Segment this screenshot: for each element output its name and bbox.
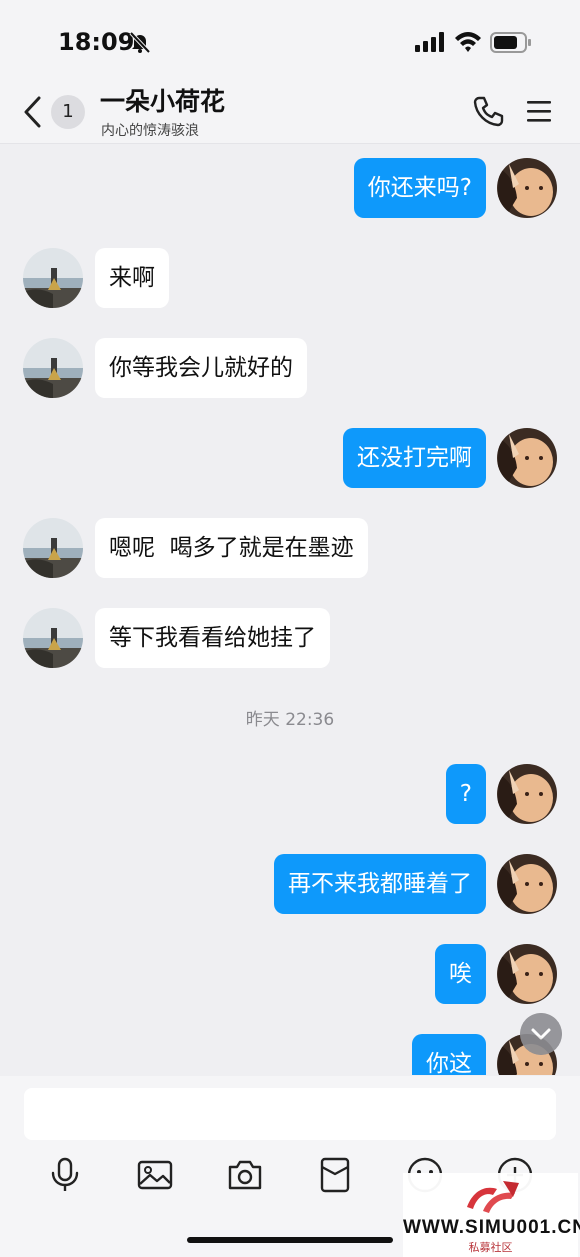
message-timestamp: 昨天 22:36 bbox=[245, 710, 335, 730]
phone-icon[interactable] bbox=[472, 94, 506, 128]
wifi-icon bbox=[455, 32, 481, 52]
message-row: 唉 bbox=[0, 944, 580, 1008]
my-avatar[interactable] bbox=[497, 944, 557, 1004]
message-row: 还没打完啊 bbox=[0, 428, 580, 492]
battery-icon bbox=[490, 32, 531, 53]
outgoing-message-bubble[interactable]: 还没打完啊 bbox=[343, 428, 486, 488]
contact-name[interactable]: 一朵小荷花 bbox=[100, 82, 225, 118]
message-row: 嗯呢 喝多了就是在墨迹 bbox=[0, 518, 580, 582]
incoming-message-bubble[interactable]: 嗯呢 喝多了就是在墨迹 bbox=[95, 518, 368, 578]
incoming-message-bubble[interactable]: 等下我看看给她挂了 bbox=[95, 608, 330, 668]
home-indicator bbox=[187, 1237, 393, 1243]
scroll-to-bottom-button[interactable] bbox=[520, 1013, 562, 1055]
watermark-logo bbox=[467, 1181, 519, 1213]
camera-icon[interactable] bbox=[226, 1156, 264, 1194]
contact-avatar[interactable] bbox=[23, 608, 83, 668]
outgoing-message-bubble[interactable]: 唉 bbox=[435, 944, 486, 1004]
message-row: 来啊 bbox=[0, 248, 580, 312]
back-arrow-icon[interactable] bbox=[20, 94, 46, 130]
unread-count-badge[interactable]: 1 bbox=[51, 95, 85, 129]
chat-header: 1 一朵小荷花 内心的惊涛骇浪 bbox=[0, 80, 580, 144]
watermark: WWW.SIMU001.CN 私募社区 bbox=[403, 1173, 580, 1257]
watermark-subtext: 私募社区 bbox=[468, 1241, 513, 1254]
status-bar: 18:09 bbox=[0, 0, 580, 80]
contact-status: 内心的惊涛骇浪 bbox=[101, 123, 199, 139]
image-icon[interactable] bbox=[136, 1156, 174, 1194]
message-row: 你还来吗? bbox=[0, 158, 580, 222]
watermark-text: WWW.SIMU001.CN bbox=[403, 1217, 580, 1238]
contact-avatar[interactable] bbox=[23, 338, 83, 398]
outgoing-message-bubble[interactable]: ? bbox=[445, 764, 486, 824]
contact-avatar[interactable] bbox=[23, 248, 83, 308]
message-row: 你这 bbox=[0, 1034, 580, 1075]
message-row: 再不来我都睡着了 bbox=[0, 854, 580, 918]
outgoing-message-bubble[interactable]: 你这 bbox=[412, 1034, 486, 1075]
my-avatar[interactable] bbox=[497, 158, 557, 218]
message-row: 你等我会儿就好的 bbox=[0, 338, 580, 402]
my-avatar[interactable] bbox=[497, 764, 557, 824]
incoming-message-bubble[interactable]: 你等我会儿就好的 bbox=[95, 338, 307, 398]
outgoing-message-bubble[interactable]: 你还来吗? bbox=[353, 158, 486, 218]
contact-avatar[interactable] bbox=[23, 518, 83, 578]
message-row: 等下我看看给她挂了 bbox=[0, 608, 580, 672]
chat-message-list[interactable]: 你还来吗? 来啊 你等我会儿就好的 还没打完啊 嗯呢 喝多了就是在墨迹 等下我看… bbox=[0, 145, 580, 1075]
bell-muted-icon bbox=[129, 31, 151, 54]
my-avatar[interactable] bbox=[497, 854, 557, 914]
message-row: ? bbox=[0, 764, 580, 828]
mic-icon[interactable] bbox=[46, 1156, 84, 1194]
my-avatar[interactable] bbox=[497, 428, 557, 488]
signal-icon bbox=[415, 32, 444, 52]
outgoing-message-bubble[interactable]: 再不来我都睡着了 bbox=[274, 854, 486, 914]
status-time: 18:09 bbox=[58, 28, 135, 56]
menu-icon[interactable] bbox=[524, 96, 554, 126]
incoming-message-bubble[interactable]: 来啊 bbox=[95, 248, 169, 308]
message-input[interactable] bbox=[24, 1088, 556, 1140]
red-packet-icon[interactable] bbox=[316, 1156, 354, 1194]
